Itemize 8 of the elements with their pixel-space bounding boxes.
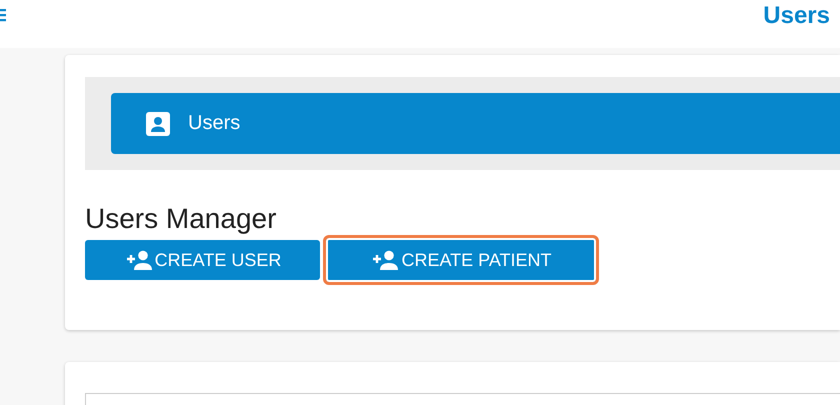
add-person-icon xyxy=(370,250,400,270)
banner-label: Users xyxy=(188,112,240,135)
create-button[interactable]: CREATE USER xyxy=(85,240,320,280)
create-button[interactable]: CREATE PATIENT xyxy=(323,235,599,285)
section-heading: Users Manager xyxy=(85,203,278,235)
menu-icon[interactable] xyxy=(0,8,6,22)
page-title: Users xyxy=(763,1,830,31)
user-card-icon xyxy=(146,112,170,136)
